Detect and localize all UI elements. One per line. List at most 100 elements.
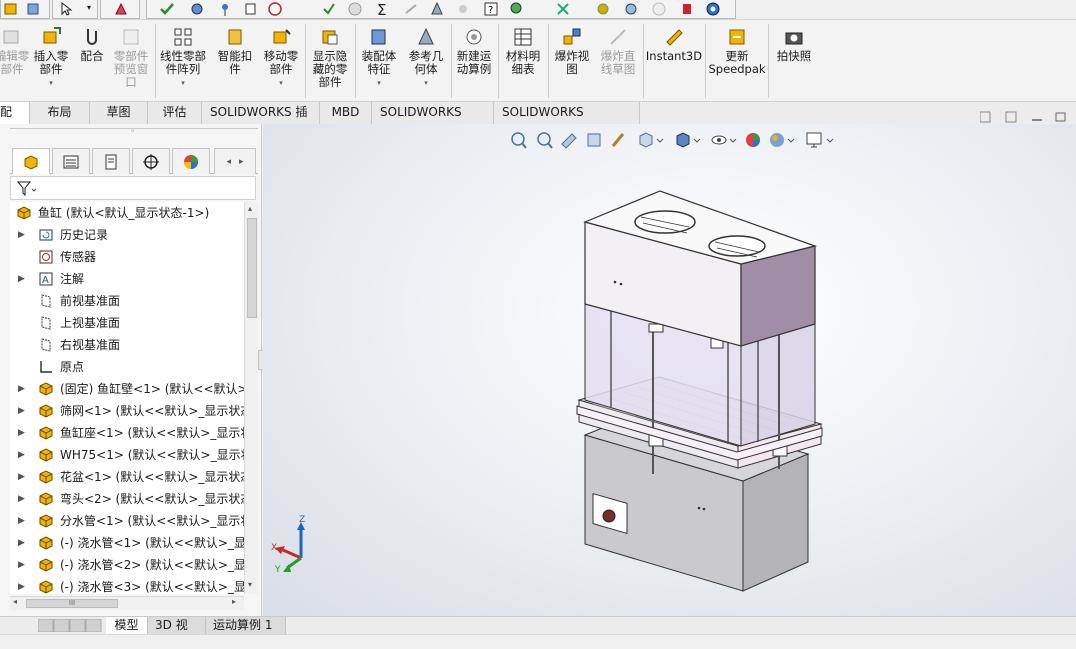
appearance-icon[interactable] [113,1,129,17]
tab-layout[interactable]: 布局 [30,102,90,124]
reference-geometry-dropdown-icon[interactable]: ▾ [424,77,428,90]
explode-line-sketch-button[interactable]: 爆炸直 线草图 [596,26,640,76]
mate-button[interactable]: 配合 [76,26,108,63]
tab-3d-view[interactable]: 3D 视图 [148,617,206,648]
insert-part-icon[interactable] [3,1,19,17]
smart-fasteners-button[interactable]: 智能扣 件 [214,26,256,76]
rebuild-icon[interactable] [243,1,259,17]
help-icon[interactable]: ? [483,1,499,17]
assembly-features-button[interactable]: 装配体 特征 ▾ [357,26,401,90]
check-icon[interactable] [159,1,175,17]
tree-item[interactable]: ▶ 鱼缸座<1> (默认<<默认>_显示状 [10,422,244,444]
tree-vertical-scrollbar[interactable]: ▴ ▾ [244,202,258,594]
snapshot-button[interactable]: 拍快照 [772,26,816,63]
linear-pattern-button[interactable]: 线性零部 件阵列 ▾ [157,26,209,90]
tree-item[interactable]: ▶ 历史记录 [10,224,244,246]
expand-arrow-icon[interactable]: ▶ [18,466,25,488]
tree-root[interactable]: 鱼缸 (默认<默认_显示状态-1>) [10,202,244,224]
graphics-area[interactable]: Z X Y [263,124,1076,616]
horizontal-scroll-thumb[interactable]: III [26,599,118,608]
magnet-icon[interactable] [189,1,205,17]
tree-item[interactable]: 传感器 [10,246,244,268]
expand-arrow-icon[interactable]: ▶ [18,554,25,576]
tree-item[interactable]: ▶ (-) 浇水管<2> (默认<<默认>_显示 [10,554,244,576]
expand-arrow-icon[interactable]: ▶ [18,422,25,444]
component-preview-button[interactable]: 零部件 预览窗 口 [110,26,152,89]
tree-item[interactable]: ▶ A 注解 [10,268,244,290]
select-dropdown-icon[interactable]: ▾ [87,3,91,12]
expand-arrow-icon[interactable]: ▶ [18,268,25,290]
expand-arrow-icon[interactable]: ▶ [18,576,25,594]
tree-horizontal-scrollbar[interactable]: ◂ III ▸ [10,596,244,610]
linear-pattern-dropdown-icon[interactable]: ▾ [181,77,185,90]
settings-icon[interactable] [705,1,721,17]
tree-item[interactable]: ▶ (固定) 鱼缸壁<1> (默认<<默认>_ [10,378,244,400]
move-component-dropdown-icon[interactable]: ▾ [279,77,283,90]
select-arrow-icon[interactable] [58,1,74,17]
pin-icon[interactable] [217,1,233,17]
motion-icon[interactable] [623,1,639,17]
tab-scroll[interactable]: ◂ ▸ [214,148,256,174]
tab-model[interactable]: 模型 [106,617,148,634]
tree-item[interactable]: ▶ 筛网<1> (默认<<默认>_显示状态 [10,400,244,422]
measure-icon[interactable] [267,1,283,17]
tab-motion-study[interactable]: 运动算例 1 [206,617,286,634]
move-component-button[interactable]: 移动零 部件 ▾ [260,26,302,90]
tab-solidworks-inspection[interactable]: SOLIDWORKS Inspection [494,102,640,140]
restore-left-icon[interactable] [980,111,991,123]
edit-component-button[interactable]: 编辑零 部件 [0,26,30,76]
instant3d-button[interactable]: Instant3D [646,26,702,63]
tree-item[interactable]: 右视基准面 [10,334,244,356]
assembly-features-dropdown-icon[interactable]: ▾ [377,77,381,90]
delete-icon[interactable] [555,1,571,17]
tree-item[interactable]: 上视基准面 [10,312,244,334]
tab-assembly[interactable]: 配体 [0,102,30,140]
tab-scroll-left-icon[interactable]: ◂ [226,157,231,167]
tree-item[interactable]: 前视基准面 [10,290,244,312]
tree-item[interactable]: ▶ (-) 浇水管<1> (默认<<默认>_显示 [10,532,244,554]
tab-nav-buttons[interactable] [38,619,102,632]
scroll-left-icon[interactable]: ◂ [13,597,17,606]
scroll-up-icon[interactable]: ▴ [248,204,252,213]
expand-arrow-icon[interactable]: ▶ [18,488,25,510]
simulation-icon[interactable] [595,1,611,17]
tab-mbd[interactable]: MBD [320,102,372,124]
tree-item[interactable]: ▶ 分水管<1> (默认<<默认>_显示状 [10,510,244,532]
mass-props-icon[interactable] [321,1,337,17]
tree-filter[interactable] [10,176,256,200]
insert-component-button[interactable]: 插入零 部件 ▾ [30,26,72,90]
record-icon[interactable] [679,1,695,17]
new-motion-study-button[interactable]: 新建运 动算例 [453,26,495,76]
expand-arrow-icon[interactable]: ▶ [18,444,25,466]
insert-component-dropdown-icon[interactable]: ▾ [49,77,53,90]
sum-icon[interactable]: Σ [375,1,391,17]
geometry-icon[interactable] [429,1,445,17]
scroll-right-icon[interactable]: ▸ [232,597,236,606]
filter-icon[interactable] [17,181,37,197]
tree-item[interactable]: ▶ 花盆<1> (默认<<默认>_显示状态 [10,466,244,488]
expand-arrow-icon[interactable]: ▶ [18,400,25,422]
tab-scroll-right-icon[interactable]: ▸ [239,157,244,167]
tab-evaluate[interactable]: 评估 [148,102,202,124]
panel-splitter[interactable]: ◦ [10,127,258,142]
expand-arrow-icon[interactable]: ▶ [18,224,25,246]
tree-item[interactable]: ▶ 弯头<2> (默认<<默认>_显示状态 [10,488,244,510]
show-hidden-components-button[interactable]: 显示隐 藏的零 部件 [308,26,352,89]
tab-display-manager[interactable] [172,148,210,174]
expand-arrow-icon[interactable]: ▶ [18,378,25,400]
tab-property-manager[interactable] [52,148,90,174]
tab-dimxpert[interactable] [132,148,170,174]
restore-right-icon[interactable] [1005,111,1017,123]
tree-item[interactable]: ▶ WH75<1> (默认<<默认>_显示状 [10,444,244,466]
tree-item[interactable]: 原点 [10,356,244,378]
tab-feature-tree[interactable] [12,148,50,174]
tab-configuration-manager[interactable] [92,148,130,174]
tree-item[interactable]: ▶ (-) 浇水管<3> (默认<<默认>_显示 [10,576,244,594]
exploded-view-button[interactable]: 爆炸视 图 [550,26,594,76]
tab-solidworks-addins[interactable]: SOLIDWORKS 插件 [202,102,320,140]
expand-arrow-icon[interactable]: ▶ [18,532,25,554]
expand-arrow-icon[interactable]: ▶ [18,510,25,532]
update-speedpak-button[interactable]: 更新 Speedpak [708,26,766,76]
layer-icon[interactable] [25,1,41,17]
vertical-scroll-thumb[interactable] [247,218,257,318]
